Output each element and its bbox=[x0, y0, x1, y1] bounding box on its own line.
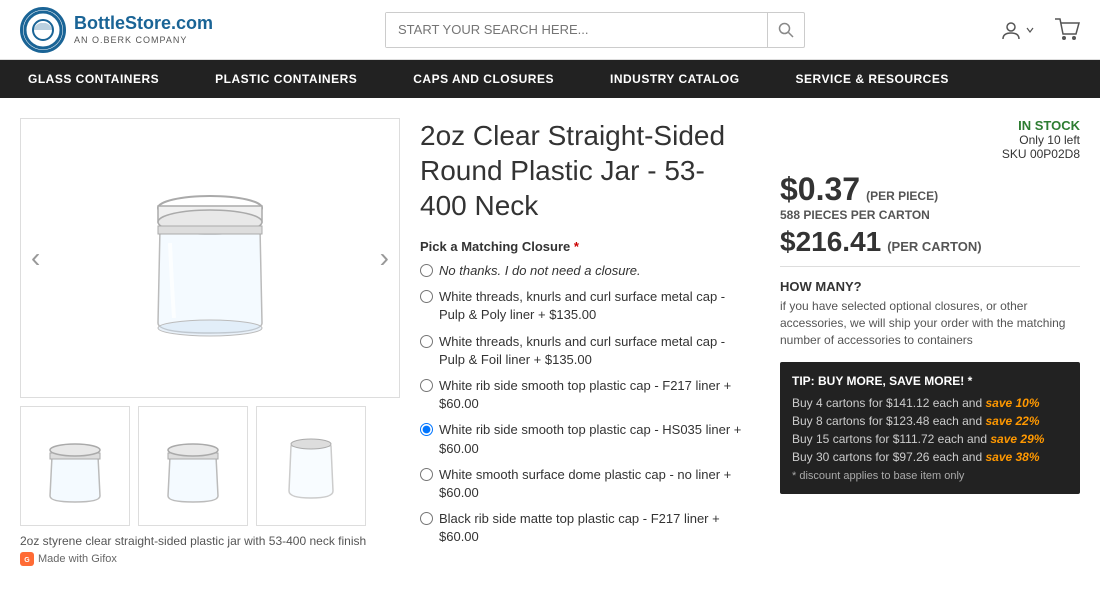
save-pct-2: save 29% bbox=[990, 432, 1044, 446]
account-icon bbox=[1000, 19, 1022, 41]
tip-row-3: Buy 30 cartons for $97.26 each and save … bbox=[792, 450, 1068, 464]
price-per-carton: $216.41 (PER CARTON) bbox=[780, 226, 1080, 258]
tip-title: TIP: BUY MORE, SAVE MORE! * bbox=[792, 374, 1068, 388]
tip-disclaimer: * discount applies to base item only bbox=[792, 470, 1068, 482]
closure-option-4: White rib side smooth top plastic cap - … bbox=[420, 421, 750, 457]
search-button[interactable] bbox=[767, 13, 804, 47]
price-piece-value: $0.37 bbox=[780, 171, 860, 208]
nav-service-resources[interactable]: SERVICE & RESOURCES bbox=[768, 60, 977, 98]
closure-label: Pick a Matching Closure * bbox=[420, 239, 750, 254]
thumbnails bbox=[20, 406, 400, 526]
closure-section: Pick a Matching Closure * No thanks. I d… bbox=[420, 239, 750, 546]
product-images: ‹ › bbox=[20, 118, 400, 566]
thumbnail-1[interactable] bbox=[20, 406, 130, 526]
closure-radio-6[interactable] bbox=[420, 512, 433, 525]
header-icons bbox=[1000, 18, 1080, 42]
gifox-icon: G bbox=[20, 552, 34, 566]
logo-icon bbox=[20, 7, 66, 53]
tip-box: TIP: BUY MORE, SAVE MORE! * Buy 4 carton… bbox=[780, 362, 1080, 494]
search-area[interactable] bbox=[385, 12, 805, 48]
stock-info: IN STOCK Only 10 left SKU 00P02D8 bbox=[780, 118, 1080, 161]
pieces-per-carton: 588 PIECES PER CARTON bbox=[780, 208, 1080, 222]
closure-text-0: No thanks. I do not need a closure. bbox=[439, 262, 641, 280]
price-carton-value: $216.41 bbox=[780, 226, 881, 258]
closure-radio-0[interactable] bbox=[420, 264, 433, 277]
logo-brand: BottleStore.com bbox=[74, 13, 213, 35]
svg-text:G: G bbox=[24, 557, 30, 564]
cart-button[interactable] bbox=[1054, 18, 1080, 42]
product-image-svg bbox=[130, 168, 290, 348]
save-pct-3: save 38% bbox=[985, 450, 1039, 464]
closure-radio-5[interactable] bbox=[420, 468, 433, 481]
closure-text-5: White smooth surface dome plastic cap - … bbox=[439, 466, 750, 502]
nav-industry-catalog[interactable]: INDUSTRY CATALOG bbox=[582, 60, 768, 98]
closure-option-3: White rib side smooth top plastic cap - … bbox=[420, 377, 750, 413]
save-pct-1: save 22% bbox=[985, 414, 1039, 428]
sku-label: SKU 00P02D8 bbox=[780, 147, 1080, 161]
logo-company: AN O.BERK COMPANY bbox=[74, 35, 213, 46]
pricing-panel: IN STOCK Only 10 left SKU 00P02D8 $0.37 … bbox=[780, 118, 1080, 566]
only-left-label: Only 10 left bbox=[780, 133, 1080, 147]
closure-text-3: White rib side smooth top plastic cap - … bbox=[439, 377, 750, 413]
closure-text-2: White threads, knurls and curl surface m… bbox=[439, 333, 750, 369]
search-icon bbox=[778, 22, 794, 38]
tip-row-2: Buy 15 cartons for $111.72 each and save… bbox=[792, 432, 1068, 446]
product-title: 2oz Clear Straight-Sided Round Plastic J… bbox=[420, 118, 750, 223]
closure-option-5: White smooth surface dome plastic cap - … bbox=[420, 466, 750, 502]
closure-text-1: White threads, knurls and curl surface m… bbox=[439, 288, 750, 324]
cart-icon bbox=[1054, 18, 1080, 42]
header: BottleStore.com AN O.BERK COMPANY bbox=[0, 0, 1100, 60]
next-image-button[interactable]: › bbox=[370, 232, 399, 284]
closure-radio-4[interactable] bbox=[420, 423, 433, 436]
closure-text-4: White rib side smooth top plastic cap - … bbox=[439, 421, 750, 457]
nav-plastic-containers[interactable]: PLASTIC CONTAINERS bbox=[187, 60, 385, 98]
main-image: ‹ › bbox=[20, 118, 400, 398]
prev-image-button[interactable]: ‹ bbox=[21, 232, 50, 284]
nav-glass-containers[interactable]: GLASS CONTAINERS bbox=[0, 60, 187, 98]
divider bbox=[780, 266, 1080, 267]
tip-row-1: Buy 8 cartons for $123.48 each and save … bbox=[792, 414, 1068, 428]
in-stock-label: IN STOCK bbox=[780, 118, 1080, 133]
closure-option-1: White threads, knurls and curl surface m… bbox=[420, 288, 750, 324]
closure-radio-3[interactable] bbox=[420, 379, 433, 392]
closure-option-0: No thanks. I do not need a closure. bbox=[420, 262, 750, 280]
chevron-down-icon bbox=[1026, 26, 1034, 34]
thumbnail-2[interactable] bbox=[138, 406, 248, 526]
closure-radio-1[interactable] bbox=[420, 290, 433, 303]
thumb-3-svg bbox=[276, 426, 346, 506]
search-input[interactable] bbox=[386, 13, 767, 47]
save-pct-0: save 10% bbox=[985, 396, 1039, 410]
per-piece-label: (PER PIECE) bbox=[866, 189, 938, 203]
logo-area[interactable]: BottleStore.com AN O.BERK COMPANY bbox=[20, 7, 220, 53]
nav-bar: GLASS CONTAINERS PLASTIC CONTAINERS CAPS… bbox=[0, 60, 1100, 98]
thumb-2-svg bbox=[158, 426, 228, 506]
closure-option-6: Black rib side matte top plastic cap - F… bbox=[420, 510, 750, 546]
logo-text: BottleStore.com AN O.BERK COMPANY bbox=[74, 13, 213, 45]
tip-row-0: Buy 4 cartons for $141.12 each and save … bbox=[792, 396, 1068, 410]
account-button[interactable] bbox=[1000, 19, 1034, 41]
nav-caps-closures[interactable]: CAPS AND CLOSURES bbox=[385, 60, 582, 98]
closure-radio-2[interactable] bbox=[420, 335, 433, 348]
how-many-label: HOW MANY? bbox=[780, 279, 1080, 294]
closure-option-2: White threads, knurls and curl surface m… bbox=[420, 333, 750, 369]
gifox-label: Made with Gifox bbox=[38, 553, 117, 565]
thumb-1-svg bbox=[40, 426, 110, 506]
gifox-badge: G Made with Gifox bbox=[20, 552, 400, 566]
per-carton-label: (PER CARTON) bbox=[887, 239, 981, 254]
image-caption: 2oz styrene clear straight-sided plastic… bbox=[20, 534, 400, 548]
main-content: ‹ › bbox=[0, 98, 1100, 586]
closure-text-6: Black rib side matte top plastic cap - F… bbox=[439, 510, 750, 546]
product-details: 2oz Clear Straight-Sided Round Plastic J… bbox=[420, 118, 760, 566]
thumbnail-3[interactable] bbox=[256, 406, 366, 526]
how-many-text: if you have selected optional closures, … bbox=[780, 298, 1080, 348]
required-marker: * bbox=[574, 239, 579, 254]
price-per-piece: $0.37 (PER PIECE) bbox=[780, 171, 1080, 208]
